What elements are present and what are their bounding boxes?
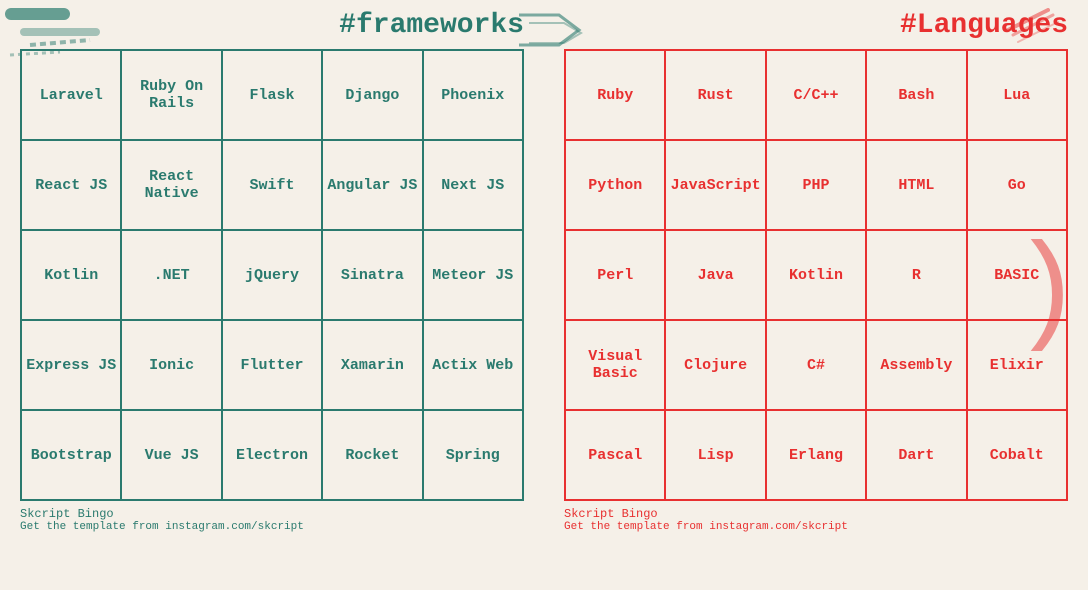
- language-cell[interactable]: Assembly: [866, 320, 966, 410]
- languages-panel: ) #Languages RubyRustC/C++BashLuaPythonJ…: [544, 0, 1088, 590]
- framework-cell[interactable]: Spring: [423, 410, 523, 500]
- language-cell[interactable]: Lisp: [665, 410, 765, 500]
- languages-footer-brand: Skcript Bingo: [564, 507, 848, 521]
- language-cell[interactable]: JavaScript: [665, 140, 765, 230]
- frameworks-footer-brand: Skcript Bingo: [20, 507, 304, 521]
- framework-cell[interactable]: Ionic: [121, 320, 221, 410]
- framework-cell[interactable]: .NET: [121, 230, 221, 320]
- frameworks-grid: LaravelRuby On RailsFlaskDjangoPhoenixRe…: [20, 49, 524, 501]
- deco-top-left: [0, 0, 110, 70]
- framework-cell[interactable]: Angular JS: [322, 140, 422, 230]
- framework-cell[interactable]: Xamarin: [322, 320, 422, 410]
- languages-footer-insta: Get the template from instagram.com/skcr…: [564, 521, 848, 533]
- languages-footer: Skcript Bingo Get the template from inst…: [564, 507, 848, 533]
- deco-arrows: [509, 5, 589, 65]
- framework-cell[interactable]: Flutter: [222, 320, 322, 410]
- framework-cell[interactable]: Sinatra: [322, 230, 422, 320]
- frameworks-title: #frameworks: [339, 10, 524, 41]
- language-cell[interactable]: Visual Basic: [565, 320, 665, 410]
- framework-cell[interactable]: React Native: [121, 140, 221, 230]
- framework-cell[interactable]: Actix Web: [423, 320, 523, 410]
- language-cell[interactable]: HTML: [866, 140, 966, 230]
- language-cell[interactable]: Pascal: [565, 410, 665, 500]
- framework-cell[interactable]: Electron: [222, 410, 322, 500]
- deco-right-bracket: ): [1011, 235, 1083, 355]
- framework-cell[interactable]: jQuery: [222, 230, 322, 320]
- language-cell[interactable]: Python: [565, 140, 665, 230]
- language-cell[interactable]: R: [866, 230, 966, 320]
- language-cell[interactable]: Clojure: [665, 320, 765, 410]
- language-cell[interactable]: PHP: [766, 140, 866, 230]
- language-cell[interactable]: Go: [967, 140, 1067, 230]
- framework-cell[interactable]: Express JS: [21, 320, 121, 410]
- framework-cell[interactable]: Swift: [222, 140, 322, 230]
- framework-cell[interactable]: Django: [322, 50, 422, 140]
- language-cell[interactable]: Cobalt: [967, 410, 1067, 500]
- language-cell[interactable]: C/C++: [766, 50, 866, 140]
- framework-cell[interactable]: Rocket: [322, 410, 422, 500]
- languages-grid: RubyRustC/C++BashLuaPythonJavaScriptPHPH…: [564, 49, 1068, 501]
- framework-cell[interactable]: Vue JS: [121, 410, 221, 500]
- language-cell[interactable]: Java: [665, 230, 765, 320]
- language-cell[interactable]: Rust: [665, 50, 765, 140]
- deco-top-right: [988, 0, 1068, 70]
- language-cell[interactable]: Perl: [565, 230, 665, 320]
- framework-cell[interactable]: React JS: [21, 140, 121, 230]
- language-cell[interactable]: Bash: [866, 50, 966, 140]
- language-cell[interactable]: Erlang: [766, 410, 866, 500]
- frameworks-footer-insta: Get the template from instagram.com/skcr…: [20, 521, 304, 533]
- framework-cell[interactable]: Bootstrap: [21, 410, 121, 500]
- framework-cell[interactable]: Next JS: [423, 140, 523, 230]
- framework-cell[interactable]: Kotlin: [21, 230, 121, 320]
- framework-cell[interactable]: Phoenix: [423, 50, 523, 140]
- framework-cell[interactable]: Ruby On Rails: [121, 50, 221, 140]
- language-cell[interactable]: Dart: [866, 410, 966, 500]
- language-cell[interactable]: C#: [766, 320, 866, 410]
- framework-cell[interactable]: Flask: [222, 50, 322, 140]
- language-cell[interactable]: Kotlin: [766, 230, 866, 320]
- frameworks-footer: Skcript Bingo Get the template from inst…: [20, 507, 304, 533]
- frameworks-panel: #frameworks LaravelRuby On RailsFlaskDja…: [0, 0, 544, 590]
- framework-cell[interactable]: Meteor JS: [423, 230, 523, 320]
